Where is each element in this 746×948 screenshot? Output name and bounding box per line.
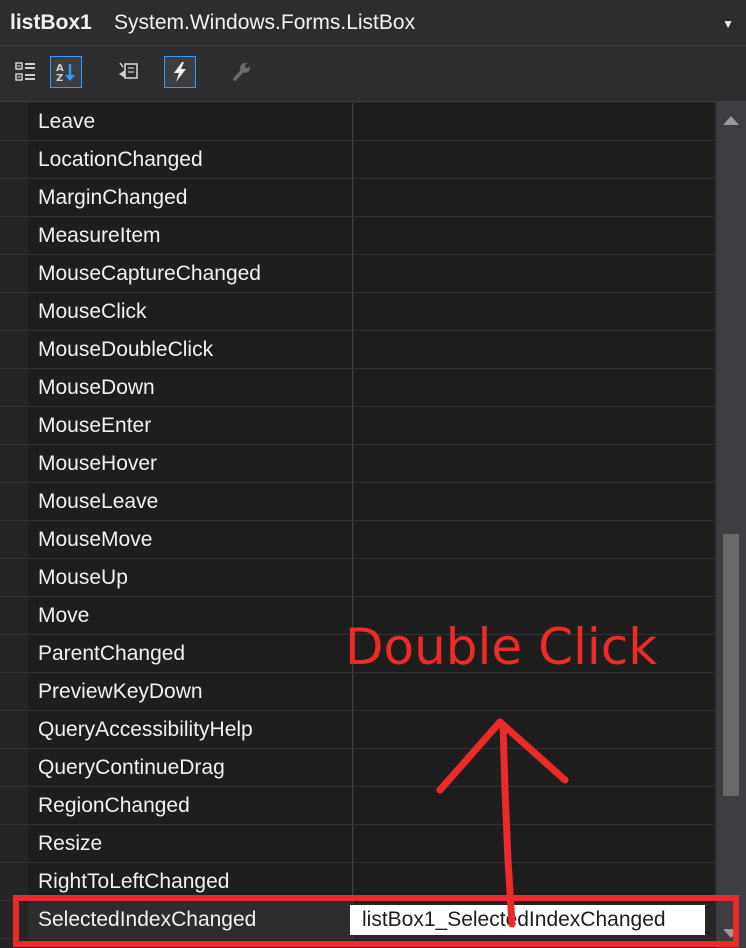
- annotation-overlay: [13, 718, 739, 947]
- annotation-highlight-box: [13, 895, 739, 947]
- annotation-arrow-shaft: [499, 721, 516, 928]
